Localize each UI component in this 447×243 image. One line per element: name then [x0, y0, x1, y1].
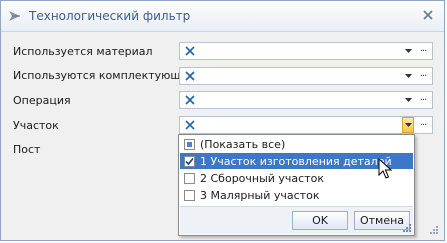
ok-button[interactable]: OK [292, 211, 348, 230]
title-bar: Технологический фильтр [1, 1, 444, 32]
ellipsis-button[interactable]: ··· [416, 117, 430, 133]
option-label: 3 Малярный участок [200, 188, 320, 202]
list-item-section-1[interactable]: 1 Участок изготовления деталей [180, 153, 413, 169]
section-combo[interactable]: ··· [179, 116, 433, 134]
option-label: (Показать все) [200, 137, 286, 151]
checkbox-icon[interactable] [184, 189, 195, 201]
dropdown-footer: OK Отмена [180, 206, 413, 234]
label-components: Используются комплектующие [13, 69, 195, 82]
ellipsis-button[interactable]: ··· [416, 68, 430, 84]
dialog-title: Технологический фильтр [29, 9, 191, 23]
list-item-show-all[interactable]: (Показать все) [180, 136, 413, 152]
checkbox-checked-icon[interactable] [184, 155, 195, 167]
clear-icon[interactable] [184, 94, 196, 106]
dropdown-arrow-icon[interactable] [402, 117, 414, 133]
cancel-button[interactable]: Отмена [354, 211, 410, 230]
close-icon[interactable] [422, 9, 434, 21]
label-material: Используется материал [13, 45, 153, 58]
label-operation: Операция [13, 94, 71, 107]
operation-combo[interactable]: ··· [179, 91, 433, 109]
resize-grip-icon[interactable] [430, 226, 438, 234]
checkbox-icon[interactable] [184, 172, 195, 184]
components-combo[interactable]: ··· [179, 67, 433, 85]
clear-icon[interactable] [184, 70, 196, 82]
dropdown-arrow-icon[interactable] [402, 43, 414, 59]
clear-icon[interactable] [184, 45, 196, 57]
resize-grip-icon[interactable] [403, 224, 411, 232]
dropdown-arrow-icon[interactable] [402, 92, 414, 108]
ellipsis-button[interactable]: ··· [416, 92, 430, 108]
dropdown-arrow-icon[interactable] [402, 68, 414, 84]
section-dropdown-list: (Показать все) 1 Участок изготовления де… [178, 134, 415, 236]
checkbox-partial-icon[interactable] [184, 138, 195, 150]
list-item-section-3[interactable]: 3 Малярный участок [180, 187, 413, 203]
option-label: 2 Сборочный участок [200, 171, 325, 185]
label-section: Участок [13, 119, 59, 132]
material-combo[interactable]: ··· [179, 42, 433, 60]
clear-icon[interactable] [184, 119, 196, 131]
ellipsis-button[interactable]: ··· [416, 43, 430, 59]
option-label: 1 Участок изготовления деталей [200, 154, 392, 168]
list-item-section-2[interactable]: 2 Сборочный участок [180, 170, 413, 186]
label-post: Пост [13, 143, 41, 156]
app-logo-icon [9, 11, 20, 21]
